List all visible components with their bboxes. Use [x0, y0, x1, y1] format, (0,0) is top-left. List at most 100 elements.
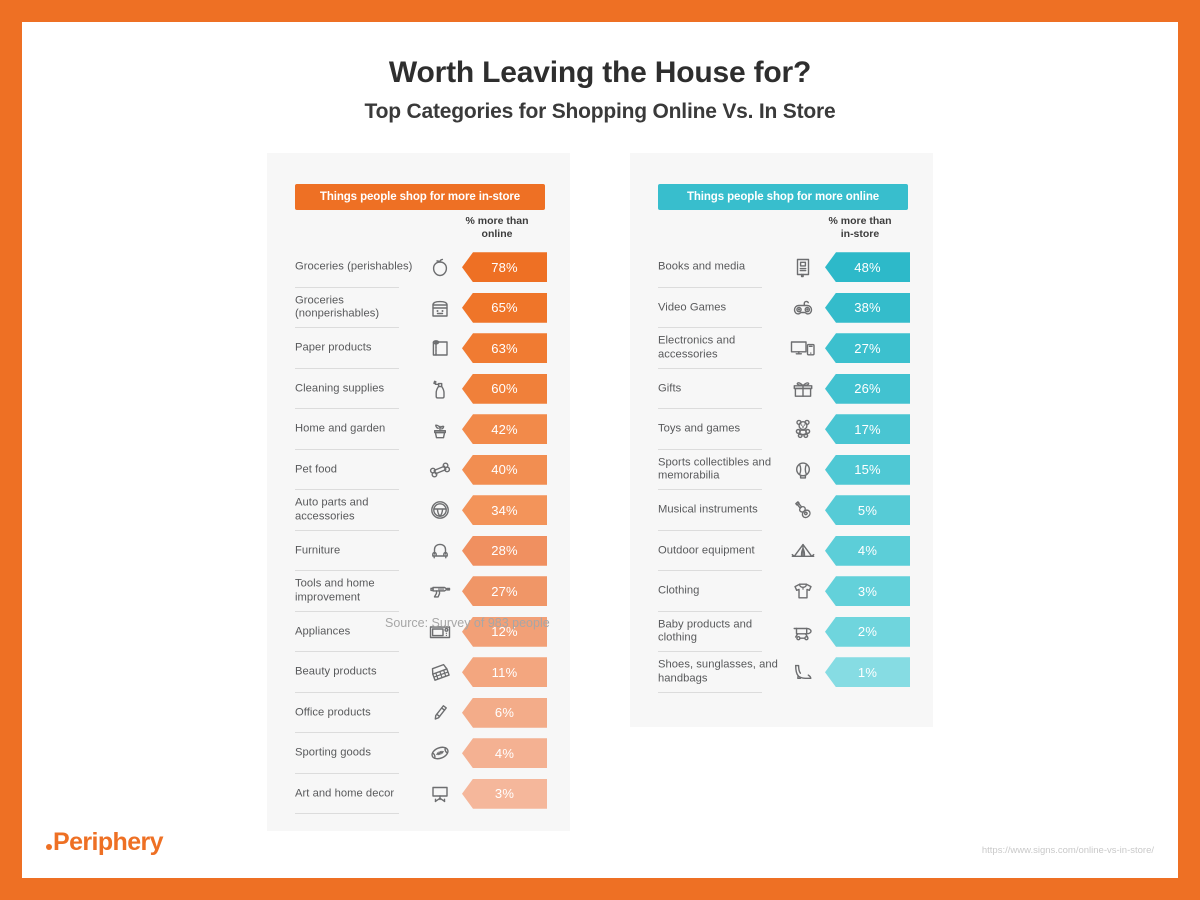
panel-in-store: Things people shop for more in-store % m… — [267, 153, 570, 831]
row-category-label: Furniture — [295, 544, 341, 556]
tent-icon — [786, 534, 820, 568]
chart-row: Paper products 63% — [295, 328, 547, 369]
rows-online: Books and media 48% Video Games 38% Electron… — [658, 247, 910, 693]
value-bar: 27% — [825, 333, 910, 364]
value-bar: 1% — [825, 657, 910, 688]
row-category-label: Outdoor equipment — [658, 544, 755, 556]
makeup-palette-icon — [423, 655, 457, 689]
value-bar: 4% — [462, 738, 547, 769]
value-bar: 40% — [462, 454, 547, 485]
chart-row: Sports collectibles and memorabilia 15% — [658, 450, 910, 490]
chart-row: Gifts 26% — [658, 369, 910, 409]
paper-towel-roll-icon — [423, 331, 457, 365]
value-bar: 11% — [462, 657, 547, 688]
chart-row: Shoes, sunglasses, and handbags 1% — [658, 652, 910, 693]
tshirt-icon — [786, 574, 820, 608]
chart-row: Electronics and accessories 27% — [658, 328, 910, 369]
value-bar: 17% — [825, 414, 910, 445]
value-bar: 2% — [825, 616, 910, 647]
value-bar: 38% — [825, 292, 910, 323]
jar-icon — [423, 291, 457, 325]
periphery-logo: Periphery — [46, 828, 164, 856]
steering-wheel-icon — [423, 493, 457, 527]
power-drill-icon — [423, 574, 457, 608]
monitor-phone-icon — [786, 331, 820, 365]
row-category-label: Groceries (nonperishables) — [295, 294, 380, 320]
infographic-canvas: Worth Leaving the House for? Top Categor… — [22, 22, 1178, 878]
high-heel-shoe-icon — [786, 655, 820, 689]
row-category-label: Books and media — [658, 260, 746, 273]
chart-row: Groceries (nonperishables) 65% — [295, 288, 547, 328]
page-title: Worth Leaving the House for? — [388, 56, 812, 89]
guitar-icon — [786, 493, 820, 527]
row-category-label: Paper products — [295, 341, 372, 354]
row-category-label: Shoes, sunglasses, and handbags — [658, 658, 778, 685]
chart-row: Musical instruments 5% — [658, 490, 910, 531]
chart-row: Sporting goods 4% — [295, 733, 547, 774]
row-divider — [295, 813, 399, 814]
panel-header-in-store: Things people shop for more in-store — [295, 184, 545, 210]
row-category-label: Video Games — [658, 301, 727, 313]
row-category-label: Office products — [295, 706, 371, 718]
row-category-label: Cleaning supplies — [295, 382, 385, 394]
value-bar: 28% — [462, 535, 547, 566]
value-bar: 5% — [825, 495, 910, 526]
chart-row: Auto parts and accessories 34% — [295, 490, 547, 531]
pencil-icon — [423, 696, 457, 730]
spray-bottle-icon — [423, 372, 457, 406]
potted-plant-icon — [423, 412, 457, 446]
chart-row: Outdoor equipment 4% — [658, 531, 910, 571]
chart-row: Baby products and clothing 2% — [658, 612, 910, 652]
value-bar: 27% — [462, 576, 547, 607]
value-bar: 78% — [462, 252, 547, 283]
chart-row: Beauty products 11% — [295, 652, 547, 693]
rows-in-store: Groceries (perishables) 78% Groceries (non… — [295, 247, 547, 814]
easel-icon — [423, 777, 457, 811]
footer-url: https://www.signs.com/online-vs-in-store… — [981, 845, 1154, 856]
source-note: Source: Survey of 983 people — [385, 616, 550, 630]
chart-row: Video Games 38% — [658, 288, 910, 328]
chart-row: Tools and home improvement 27% — [295, 571, 547, 612]
value-bar: 65% — [462, 292, 547, 323]
value-bar: 26% — [825, 373, 910, 404]
value-bar: 6% — [462, 697, 547, 728]
value-bar: 63% — [462, 333, 547, 364]
teddy-bear-icon — [786, 412, 820, 446]
row-category-label: Sporting goods — [295, 746, 371, 759]
infographic-frame: Worth Leaving the House for? Top Categor… — [0, 0, 1200, 900]
football-icon — [423, 736, 457, 770]
armchair-icon — [423, 534, 457, 568]
book-icon — [786, 250, 820, 284]
row-category-label: Beauty products — [295, 665, 377, 678]
chart-row: Groceries (perishables) 78% — [295, 247, 547, 288]
chart-row: Art and home decor 3% — [295, 774, 547, 814]
row-category-label: Pet food — [295, 463, 338, 475]
chart-row: Cleaning supplies 60% — [295, 369, 547, 409]
row-category-label: Sports collectibles and memorabilia — [658, 456, 772, 482]
row-category-label: Clothing — [658, 584, 700, 597]
game-controller-icon — [786, 291, 820, 325]
row-category-label: Musical instruments — [658, 503, 758, 516]
panel-online: Things people shop for more online % mor… — [630, 153, 933, 727]
logo-text: Periphery — [53, 828, 164, 856]
panel-header-online: Things people shop for more online — [658, 184, 908, 210]
value-bar: 3% — [462, 778, 547, 809]
row-category-label: Baby products and clothing — [658, 618, 753, 644]
chart-row: Furniture 28% — [295, 531, 547, 571]
chart-row: Office products 6% — [295, 693, 547, 733]
column-caption-in-store: % more than online — [465, 215, 529, 240]
value-bar: 4% — [825, 535, 910, 566]
stroller-icon — [786, 615, 820, 649]
dog-bone-icon — [423, 453, 457, 487]
value-bar: 60% — [462, 373, 547, 404]
chart-row: Pet food 40% — [295, 450, 547, 490]
logo-dot-icon — [46, 844, 52, 850]
apple-icon — [423, 250, 457, 284]
column-caption-online: % more than in-store — [828, 215, 892, 240]
chart-row: Home and garden 42% — [295, 409, 547, 450]
row-category-label: Tools and home improvement — [295, 577, 375, 604]
value-bar: 48% — [825, 252, 910, 283]
row-category-label: Electronics and accessories — [658, 334, 736, 361]
title-block: Worth Leaving the House for? Top Categor… — [22, 56, 1178, 124]
page-subtitle: Top Categories for Shopping Online Vs. I… — [364, 100, 836, 123]
